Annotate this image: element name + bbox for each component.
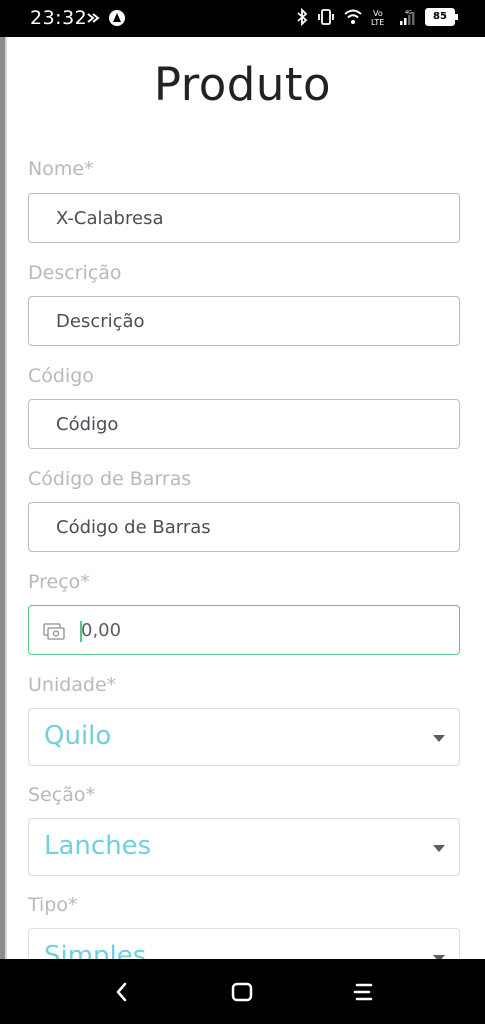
notification-icon [87,13,100,23]
nome-input[interactable]: X-Calabresa [28,193,460,243]
codigo-barras-input[interactable]: Código de Barras [28,502,460,552]
codigo-barras-label: Código de Barras [28,468,192,490]
bluetooth-icon [297,8,308,26]
descricao-input[interactable]: Descrição [28,296,460,346]
chevron-down-icon [433,845,445,852]
preco-input[interactable]: 0,00 [28,605,460,655]
page-title: Produto [153,58,332,111]
cash-icon [43,623,65,640]
secao-label: Seção* [28,784,95,806]
vibrate-icon [318,9,334,25]
descricao-placeholder: Descrição [56,311,145,332]
chevron-down-icon [433,735,445,742]
codigo-input[interactable]: Código [28,399,460,449]
status-time: 23:32 [30,7,88,29]
signal-icon: 4G [400,10,415,25]
codigo-label: Código [28,365,94,387]
app-icon [109,10,125,26]
back-icon[interactable] [107,977,137,1007]
unidade-select[interactable]: Quilo [28,708,460,766]
nome-label: Nome* [28,158,94,180]
descricao-label: Descrição [28,262,122,284]
battery-icon: 85 [425,8,458,26]
nome-value: X-Calabresa [56,208,164,229]
system-nav-bar [0,959,485,1024]
svg-text:LTE: LTE [371,18,384,27]
status-bar: 23:32 Vo LTE 4G 85 [0,0,485,37]
wifi-icon [344,9,362,24]
preco-value: 0,00 [81,620,122,641]
menu-icon[interactable] [349,977,379,1007]
volte-icon: Vo LTE [371,9,384,27]
home-icon[interactable] [227,977,257,1007]
unidade-label: Unidade* [28,674,117,696]
tipo-label: Tipo* [28,894,78,916]
secao-select[interactable]: Lanches [28,818,460,876]
left-edge-shadow-inner [5,37,7,959]
secao-value: Lanches [44,831,152,861]
codigo-placeholder: Código [56,414,119,435]
codigo-barras-placeholder: Código de Barras [56,517,211,538]
svg-text:Vo: Vo [373,9,383,18]
unidade-value: Quilo [44,721,112,751]
preco-label: Preço* [28,571,90,593]
